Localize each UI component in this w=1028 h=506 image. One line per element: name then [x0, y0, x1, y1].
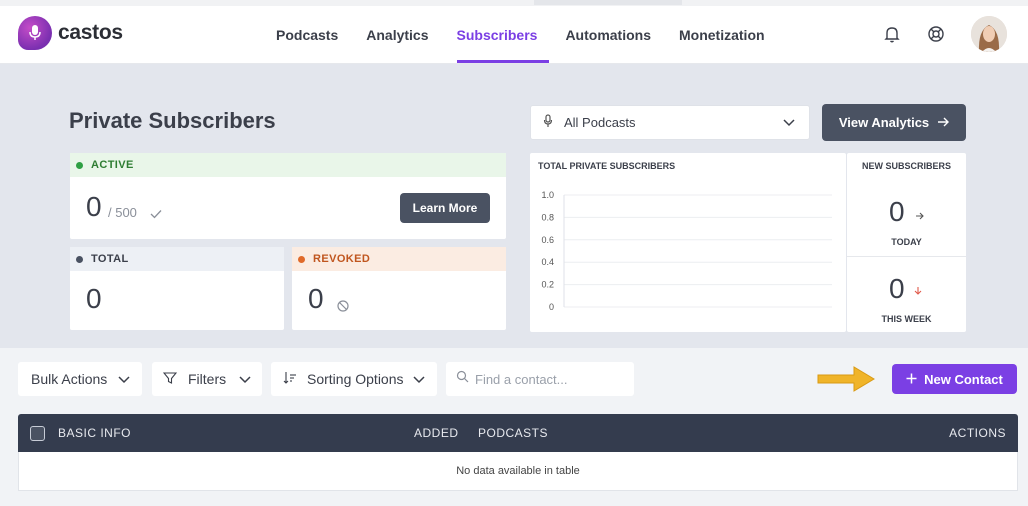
empty-message: No data available in table — [456, 465, 580, 477]
revoked-count: 0 — [308, 283, 324, 314]
plus-icon — [906, 372, 917, 387]
chevron-down-icon — [413, 371, 425, 387]
active-limit: / 500 — [108, 205, 137, 220]
main-nav: Podcasts Analytics Subscribers Automatio… — [262, 6, 779, 63]
microphone-icon — [543, 114, 555, 131]
nav-subscribers[interactable]: Subscribers — [443, 6, 552, 63]
active-label: ACTIVE — [91, 159, 134, 171]
total-card: TOTAL 0 — [70, 247, 284, 330]
filter-icon — [162, 371, 178, 388]
new-contact-button[interactable]: New Contact — [892, 364, 1017, 394]
week-label: THIS WEEK — [881, 314, 932, 324]
new-subscribers-card: NEW SUBSCRIBERS 0 TODAY 0 THIS WEEK — [847, 153, 966, 332]
y-tick-label: 0.4 — [541, 257, 554, 267]
tab-indicator — [534, 0, 682, 5]
podcast-select[interactable]: All Podcasts — [530, 105, 810, 140]
y-tick-label: 0.6 — [541, 235, 554, 245]
week-count: 0 — [889, 273, 905, 304]
search-input[interactable] — [475, 371, 625, 387]
total-label: TOTAL — [91, 253, 129, 265]
nav-automations[interactable]: Automations — [551, 6, 665, 63]
nav-monetization[interactable]: Monetization — [665, 6, 779, 63]
revoked-card: REVOKED 0 — [292, 247, 506, 330]
help-icon[interactable] — [926, 24, 946, 44]
revoked-card-header: REVOKED — [292, 247, 506, 271]
select-all-checkbox[interactable] — [30, 426, 45, 441]
view-analytics-button[interactable]: View Analytics — [822, 104, 966, 141]
contact-search[interactable] — [446, 362, 634, 396]
chevron-down-icon — [118, 371, 130, 387]
column-basic-info[interactable]: BASIC INFO — [58, 426, 131, 440]
y-tick-label: 0.8 — [541, 212, 554, 222]
stats-hero: Private Subscribers All Podcasts View An… — [0, 64, 1028, 348]
revoked-label: REVOKED — [313, 253, 371, 265]
today-count: 0 — [889, 196, 905, 227]
filters-dropdown[interactable]: Filters — [152, 362, 262, 396]
subscribers-chart-card: TOTAL PRIVATE SUBSCRIBERS 1.0 0.8 0.6 0.4 0.… — [530, 153, 846, 332]
sort-icon — [283, 371, 297, 388]
page-title: Private Subscribers — [69, 108, 276, 133]
filters-label: Filters — [188, 371, 227, 387]
nav-podcasts[interactable]: Podcasts — [262, 6, 352, 63]
arrow-down-icon — [914, 283, 922, 301]
view-analytics-label: View Analytics — [838, 115, 930, 130]
y-tick-label: 0 — [549, 302, 554, 312]
total-dot-icon — [76, 255, 83, 263]
search-icon — [456, 370, 469, 388]
castos-logo[interactable]: castos — [18, 16, 123, 50]
contacts-table-header: BASIC INFO ADDED PODCASTS ACTIONS — [18, 414, 1018, 452]
column-actions: ACTIONS — [949, 426, 1006, 440]
active-count: 0 — [86, 191, 102, 222]
divider — [847, 256, 966, 257]
learn-more-button[interactable]: Learn More — [400, 193, 490, 223]
y-tick-label: 0.2 — [541, 280, 554, 290]
sorting-label: Sorting Options — [307, 371, 404, 387]
arrow-right-icon — [937, 115, 950, 130]
column-podcasts[interactable]: PODCASTS — [478, 426, 548, 440]
blocked-icon — [336, 299, 350, 318]
microphone-logo-icon — [18, 16, 52, 50]
user-avatar[interactable] — [971, 16, 1007, 52]
podcast-select-value: All Podcasts — [564, 115, 636, 130]
arrow-right-icon — [915, 207, 925, 225]
column-added[interactable]: ADDED — [414, 426, 459, 440]
bulk-actions-dropdown[interactable]: Bulk Actions — [18, 362, 142, 396]
active-dot-icon — [76, 161, 83, 169]
active-card-header: ACTIVE — [70, 153, 506, 177]
active-card: ACTIVE 0 / 500 Learn More — [70, 153, 506, 239]
sorting-options-dropdown[interactable]: Sorting Options — [271, 362, 437, 396]
brand-name: castos — [58, 21, 123, 44]
bell-icon[interactable] — [882, 24, 902, 44]
y-tick-label: 1.0 — [541, 190, 554, 200]
chevron-down-icon — [239, 371, 251, 387]
new-contact-label: New Contact — [924, 371, 1003, 387]
nav-analytics[interactable]: Analytics — [352, 6, 442, 63]
bulk-actions-label: Bulk Actions — [31, 371, 108, 387]
total-card-header: TOTAL — [70, 247, 284, 271]
subscribers-line-chart: 1.0 0.8 0.6 0.4 0.2 0 — [541, 190, 832, 312]
top-navbar: castos Podcasts Analytics Subscribers Au… — [0, 6, 1028, 64]
new-subscribers-title: NEW SUBSCRIBERS — [861, 161, 951, 171]
checkmark-icon — [150, 206, 162, 224]
today-label: TODAY — [891, 237, 922, 247]
chevron-down-icon — [783, 115, 795, 130]
total-count: 0 — [86, 283, 102, 314]
contacts-table-empty: No data available in table — [18, 452, 1018, 491]
highlight-arrow-icon — [816, 364, 878, 399]
revoked-dot-icon — [298, 255, 305, 263]
